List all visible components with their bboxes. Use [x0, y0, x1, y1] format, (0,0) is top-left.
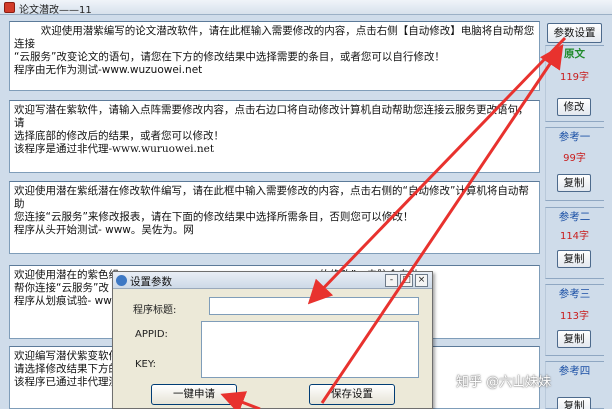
copy-button-4[interactable]: 复制 — [557, 397, 591, 409]
watermark: 知乎 @六山妹妹 — [456, 375, 552, 390]
copy-button-2[interactable]: 复制 — [557, 250, 591, 268]
dialog-title: 设置参数 — [130, 276, 172, 288]
side-panel: 参数设置 原文 119字 修改 参考一 99字 复制 参考二 114字 复制 参… — [545, 21, 604, 409]
window-titlebar: 论文潜改——11 — [0, 0, 612, 16]
search-icon — [116, 275, 127, 286]
dialog-titlebar: 设置参数 - □ × — [113, 272, 432, 289]
original-count: 119字 — [559, 72, 590, 83]
program-title-label: 程序标题: — [133, 305, 177, 316]
modify-button[interactable]: 修改 — [557, 98, 591, 116]
original-text-input[interactable]: 欢迎使用潜紫编写的论文潜改软件，请在此框输入需要修改的内容，点击右侧【自动修改】… — [9, 21, 540, 91]
close-button[interactable]: × — [415, 274, 428, 287]
settings-button[interactable]: 参数设置 — [547, 23, 602, 43]
appid-input[interactable] — [201, 321, 419, 378]
copy-button-1[interactable]: 复制 — [557, 174, 591, 192]
app-icon — [4, 2, 15, 13]
settings-dialog: 设置参数 - □ × 程序标题: APPID: KEY: 一键申请 保存设置 — [112, 271, 433, 409]
window-title: 论文潜改——11 — [19, 5, 92, 16]
reference-2-text[interactable]: 欢迎使用潜在紫纸潜在修改软件编写，请在此框中输入需要修改的内容，点击右侧的“自动… — [9, 181, 540, 254]
minimize-button[interactable]: - — [385, 274, 398, 287]
ref-1-count: 99字 — [563, 153, 586, 164]
maximize-button[interactable]: □ — [400, 274, 413, 287]
program-title-input[interactable] — [209, 297, 419, 315]
copy-button-3[interactable]: 复制 — [557, 330, 591, 348]
save-settings-button[interactable]: 保存设置 — [309, 384, 395, 405]
ref-2-label: 参考二 — [558, 211, 591, 223]
ref-3-count: 113字 — [559, 311, 590, 322]
reference-1-text[interactable]: 欢迎写潜在紫软件，请输入点阵需要修改内容，点击右边口将自动修改计算机自动帮助您连… — [9, 100, 540, 173]
ref-1-label: 参考一 — [558, 131, 591, 143]
appid-label: APPID: — [135, 329, 168, 340]
one-click-apply-button[interactable]: 一键申请 — [151, 384, 237, 405]
original-label: 原文 — [564, 48, 585, 60]
ref-3-label: 参考三 — [558, 288, 591, 300]
key-label: KEY: — [135, 359, 157, 370]
ref-2-count: 114字 — [559, 231, 590, 242]
ref-4-label: 参考四 — [558, 365, 591, 377]
